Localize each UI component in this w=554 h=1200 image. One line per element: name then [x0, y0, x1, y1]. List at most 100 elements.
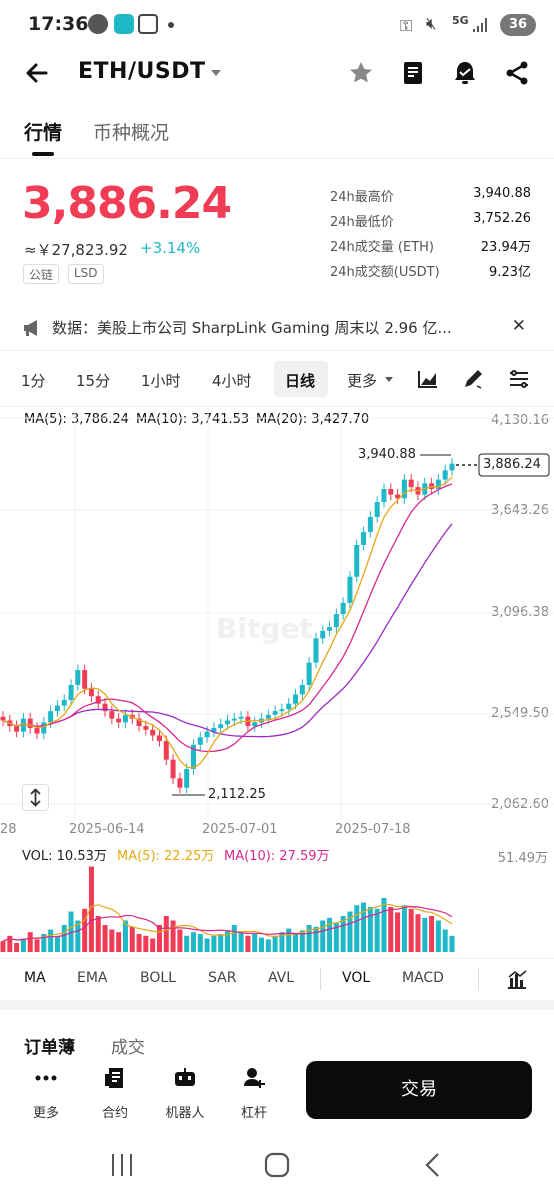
action-contract-label[interactable]: 合约	[85, 1102, 145, 1121]
bitget-app-icon	[114, 14, 134, 34]
settings-sliders-icon[interactable]	[508, 369, 530, 389]
recent-apps-icon[interactable]	[110, 1150, 134, 1180]
candle-body	[75, 670, 81, 686]
contract-icon[interactable]	[104, 1066, 128, 1090]
indicator-boll[interactable]: BOLL	[140, 970, 176, 986]
tab-orderbook[interactable]: 订单薄	[24, 1033, 75, 1058]
scale-toggle-button[interactable]	[22, 784, 49, 811]
interval-4h[interactable]: 4小时	[212, 370, 252, 391]
interval-15m[interactable]: 15分	[76, 370, 110, 391]
indicator-ema[interactable]: EMA	[77, 970, 108, 986]
network-label: 5G	[452, 14, 469, 27]
cny-price: ≈￥27,823.92	[24, 241, 128, 259]
candle-body	[327, 627, 333, 631]
candle-body	[435, 479, 441, 489]
volume-bar	[435, 920, 441, 952]
volume-bar	[0, 941, 6, 952]
volume-bar	[313, 926, 319, 952]
stat-value: 23.94万	[480, 240, 531, 255]
close-icon[interactable]: ✕	[512, 316, 526, 336]
volume-bar	[374, 908, 380, 952]
trade-button[interactable]: 交易	[306, 1061, 532, 1119]
candle-body	[231, 718, 237, 721]
candle-body	[156, 735, 162, 742]
chevron-down-icon[interactable]	[210, 68, 222, 78]
volume-bar	[442, 929, 448, 952]
candle-body	[388, 488, 394, 495]
interval-1d[interactable]: 日线	[285, 370, 315, 391]
home-icon[interactable]	[264, 1150, 290, 1180]
volume-bar	[184, 935, 190, 952]
candle-body	[61, 699, 67, 706]
news-ticker[interactable]: 数据：美股上市公司 SharpLink Gaming 周末以 2.96 亿...	[52, 317, 452, 338]
candle-body	[177, 778, 183, 788]
chevron-down-icon[interactable]	[384, 376, 394, 384]
tab-coin-overview[interactable]: 币种概况	[93, 118, 169, 145]
candle-body	[218, 724, 224, 728]
volume-bar	[54, 935, 60, 952]
volume-bar	[211, 935, 217, 952]
interval-more[interactable]: 更多	[347, 370, 377, 391]
candle-body	[197, 737, 203, 745]
indicator-avl[interactable]: AVL	[268, 970, 294, 986]
candle-body	[34, 727, 40, 734]
candle-body	[54, 705, 60, 712]
candle-body	[286, 703, 292, 710]
volume-bar	[129, 926, 135, 952]
volume-chart[interactable]	[0, 840, 554, 955]
battery-badge: 36	[500, 14, 536, 36]
pair-title[interactable]: ETH/USDT	[78, 59, 205, 84]
candle-body	[265, 714, 271, 719]
candle-body	[48, 711, 54, 723]
tag-public-chain[interactable]: 公链	[23, 264, 60, 284]
action-robot-label[interactable]: 机器人	[155, 1102, 215, 1121]
candle-body	[163, 741, 169, 760]
volume-bar	[395, 912, 401, 952]
draw-tool-icon[interactable]	[462, 368, 484, 390]
alert-bell-icon[interactable]	[452, 60, 478, 86]
more-dots-icon[interactable]	[34, 1066, 58, 1090]
low-label: 2,112.25	[208, 787, 266, 802]
interval-1h[interactable]: 1小时	[141, 370, 181, 391]
indicator-vol[interactable]: VOL	[342, 970, 370, 986]
action-leverage-label[interactable]: 杠杆	[224, 1102, 284, 1121]
stat-label: 24h成交额(USDT)	[330, 265, 440, 280]
indicator-macd[interactable]: MACD	[402, 970, 444, 986]
candle-body	[150, 729, 156, 736]
candle-body	[381, 488, 387, 503]
chart-type-icon[interactable]	[417, 369, 439, 389]
volume-bar	[286, 928, 292, 952]
section-gap	[0, 1000, 554, 1010]
leverage-icon[interactable]	[242, 1066, 266, 1090]
indicator-settings-icon[interactable]	[506, 968, 528, 990]
tab-market[interactable]: 行情	[24, 118, 62, 145]
candle-body	[225, 720, 230, 725]
tag-lsd[interactable]: LSD	[68, 264, 104, 284]
volume-bar	[422, 917, 428, 952]
notebook-icon[interactable]	[400, 60, 426, 86]
volume-bar	[20, 938, 26, 952]
volume-bar	[265, 939, 271, 952]
interval-1m[interactable]: 1分	[21, 370, 46, 391]
share-icon[interactable]	[504, 60, 530, 86]
indicator-sar[interactable]: SAR	[208, 970, 236, 986]
candle-body	[143, 726, 149, 730]
robot-icon[interactable]	[173, 1066, 197, 1090]
volume-bar	[14, 943, 20, 952]
candle-body	[122, 714, 128, 723]
candle-body	[374, 502, 380, 517]
back-arrow-icon[interactable]	[24, 60, 50, 86]
volume-bar	[82, 908, 88, 952]
indicator-ma[interactable]: MA	[24, 970, 46, 986]
tab-trades[interactable]: 成交	[111, 1033, 145, 1058]
candle-body	[442, 470, 448, 480]
candle-body	[88, 688, 94, 697]
stat-label: 24h最高价	[330, 190, 394, 205]
candle-body	[293, 694, 299, 704]
favorite-star-icon[interactable]	[348, 60, 374, 86]
back-nav-icon[interactable]	[422, 1150, 444, 1180]
volume-bar	[354, 905, 360, 952]
volume-bar	[252, 934, 258, 952]
candlestick-chart[interactable]: Bitget	[0, 408, 554, 820]
action-more-label[interactable]: 更多	[16, 1102, 76, 1121]
